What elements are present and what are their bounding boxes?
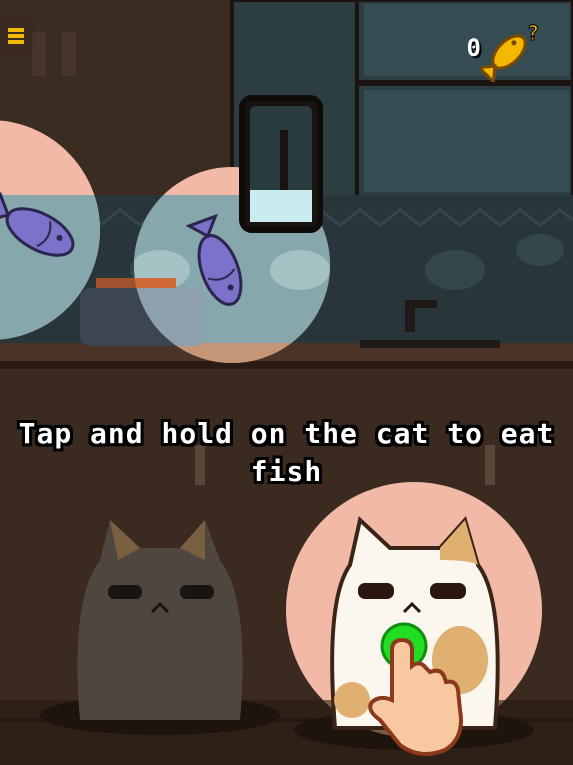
pause-button[interactable] — [26, 28, 82, 80]
pause-icon — [32, 32, 76, 76]
tutorial-instruction: Tap and hold on the cat to eat fish — [18, 417, 555, 488]
golden-fish-button[interactable]: ? — [475, 18, 543, 86]
golden-fish-icon: ? — [475, 21, 540, 86]
game-screen: 0 ? Tap and hold on the cat to eat fish — [0, 0, 573, 765]
fish-badge: ? — [527, 21, 539, 45]
score-counter: 0 — [466, 34, 481, 62]
kitchen-scene — [0, 0, 573, 765]
fish-dispenser — [239, 95, 323, 233]
